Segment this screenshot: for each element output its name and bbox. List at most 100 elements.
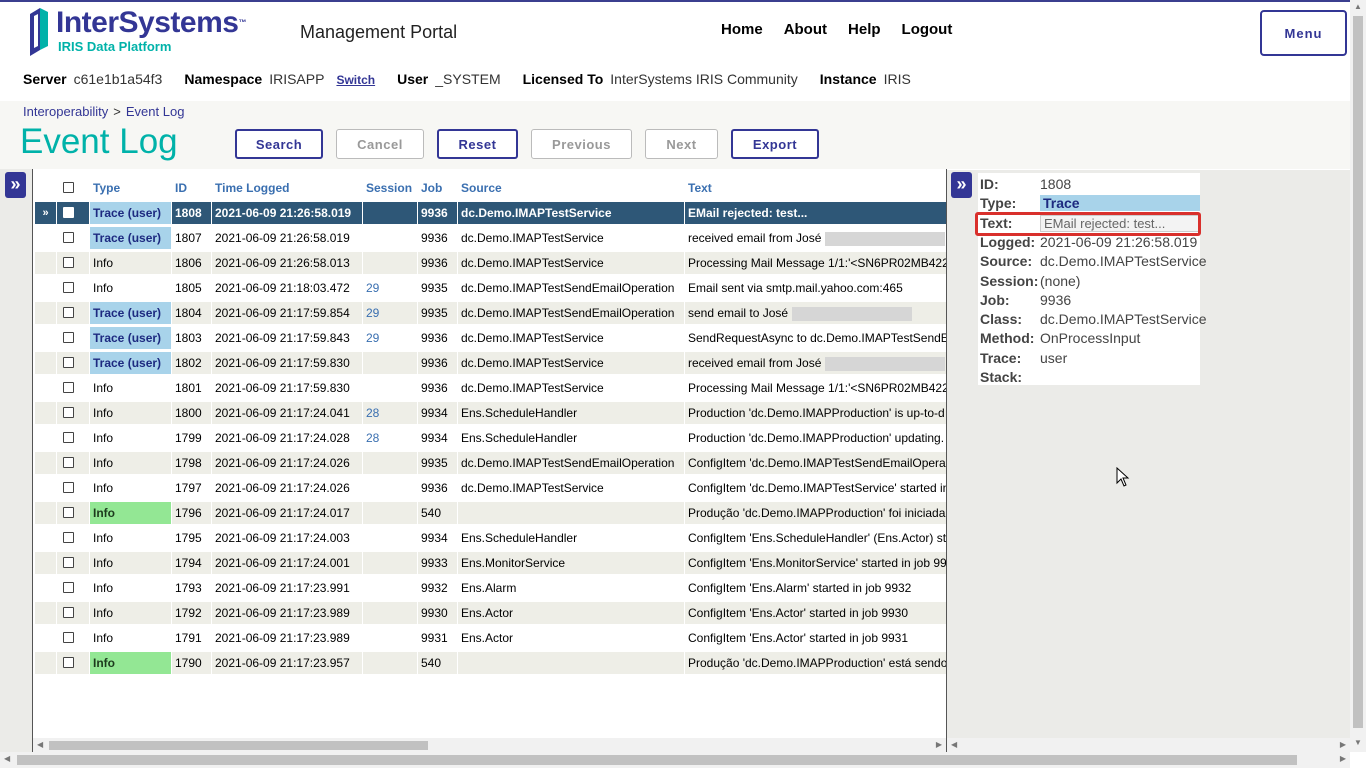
cell-source-value: dc.Demo.IMAPTestService bbox=[461, 356, 604, 370]
col-header-job[interactable]: Job bbox=[418, 177, 457, 199]
row-checkbox[interactable] bbox=[63, 582, 74, 593]
breadcrumb-event-log-link[interactable]: Event Log bbox=[126, 104, 185, 119]
table-row[interactable]: Trace (user) 1803 2021-06-09 21:17:59.843 2… bbox=[33, 326, 946, 351]
table-row[interactable]: Info 1801 2021-06-09 21:17:59.830 9936 dc.De… bbox=[33, 376, 946, 401]
nav-about-link[interactable]: About bbox=[784, 21, 827, 38]
expand-filter-icon[interactable]: » bbox=[5, 172, 26, 198]
cancel-button[interactable]: Cancel bbox=[336, 129, 424, 159]
reset-button[interactable]: Reset bbox=[437, 129, 518, 159]
page-vertical-scrollbar[interactable]: ▲ ▼ bbox=[1350, 0, 1366, 752]
table-row[interactable]: Info 1796 2021-06-09 21:17:24.017 540 Produç… bbox=[33, 501, 946, 526]
search-button[interactable]: Search bbox=[235, 129, 323, 159]
cell-id: 1801 bbox=[172, 377, 211, 399]
cell-session-value[interactable]: 29 bbox=[366, 306, 379, 320]
cell-source-value: dc.Demo.IMAPTestService bbox=[461, 381, 604, 395]
col-header-time-logged[interactable]: Time Logged bbox=[212, 177, 362, 199]
cell-session-value[interactable]: 28 bbox=[366, 431, 379, 445]
breadcrumb-interoperability-link[interactable]: Interoperability bbox=[23, 104, 108, 119]
export-button[interactable]: Export bbox=[731, 129, 819, 159]
instance-info-bar: Server c61e1b1a54f3 Namespace IRISAPP Sw… bbox=[23, 71, 933, 87]
page-scroll-thumb[interactable] bbox=[1353, 16, 1363, 728]
col-header-id[interactable]: ID bbox=[172, 177, 211, 199]
col-header-session[interactable]: Session bbox=[363, 177, 417, 199]
col-header-type[interactable]: Type bbox=[90, 177, 171, 199]
table-row[interactable]: » Trace (user) 1808 2021-06-09 21:26:58.019… bbox=[33, 201, 946, 226]
table-horizontal-scrollbar[interactable]: ◀ ▶ bbox=[33, 738, 946, 752]
nav-help-link[interactable]: Help bbox=[848, 21, 881, 38]
row-checkbox[interactable] bbox=[63, 507, 74, 518]
row-checkbox[interactable] bbox=[63, 457, 74, 468]
cell-session-value[interactable]: 28 bbox=[366, 406, 379, 420]
page-horizontal-scrollbar[interactable]: ◀ ▶ bbox=[0, 752, 1350, 768]
intersystems-logo[interactable]: InterSystems™ IRIS Data Platform bbox=[28, 6, 246, 56]
row-checkbox[interactable] bbox=[63, 332, 74, 343]
cell-type-value: Info bbox=[93, 431, 114, 445]
namespace-switch-link[interactable]: Switch bbox=[336, 73, 375, 87]
row-checkbox[interactable] bbox=[63, 532, 74, 543]
cell-time-value: 2021-06-09 21:17:24.026 bbox=[215, 481, 350, 495]
row-checkbox[interactable] bbox=[63, 432, 74, 443]
previous-button[interactable]: Previous bbox=[531, 129, 632, 159]
row-checkbox[interactable] bbox=[63, 257, 74, 268]
next-button[interactable]: Next bbox=[645, 129, 718, 159]
row-checkbox[interactable] bbox=[63, 357, 74, 368]
expand-details-icon[interactable]: » bbox=[951, 172, 972, 198]
cell-type: Info bbox=[90, 452, 171, 474]
details-scroll-right-arrow-icon[interactable]: ▶ bbox=[1340, 738, 1346, 752]
table-row[interactable]: Info 1805 2021-06-09 21:18:03.472 29 9935 dc.… bbox=[33, 276, 946, 301]
row-checkbox[interactable] bbox=[63, 282, 74, 293]
scroll-left-arrow-icon[interactable]: ◀ bbox=[37, 738, 43, 752]
table-scroll-thumb[interactable] bbox=[49, 741, 428, 750]
table-row[interactable]: Info 1794 2021-06-09 21:17:24.001 9933 Ens.M… bbox=[33, 551, 946, 576]
table-row[interactable]: Trace (user) 1807 2021-06-09 21:26:58.019 9… bbox=[33, 226, 946, 251]
row-marker-cell bbox=[35, 602, 56, 624]
row-checkbox[interactable] bbox=[63, 632, 74, 643]
cell-id-value: 1802 bbox=[175, 356, 202, 370]
row-checkbox[interactable] bbox=[63, 607, 74, 618]
table-row[interactable]: Info 1792 2021-06-09 21:17:23.989 9930 Ens.A… bbox=[33, 601, 946, 626]
row-checkbox[interactable] bbox=[63, 382, 74, 393]
row-checkbox[interactable] bbox=[63, 307, 74, 318]
row-checkbox[interactable] bbox=[63, 407, 74, 418]
cell-time-value: 2021-06-09 21:17:59.830 bbox=[215, 356, 350, 370]
licensed-to-value: InterSystems IRIS Community bbox=[610, 71, 798, 87]
table-row[interactable]: Trace (user) 1802 2021-06-09 21:17:59.830 9… bbox=[33, 351, 946, 376]
cell-id-value: 1792 bbox=[175, 606, 202, 620]
page-scroll-right-arrow-icon[interactable]: ▶ bbox=[1340, 752, 1346, 766]
nav-home-link[interactable]: Home bbox=[721, 21, 763, 38]
table-row[interactable]: Info 1797 2021-06-09 21:17:24.026 9936 dc.De… bbox=[33, 476, 946, 501]
nav-logout-link[interactable]: Logout bbox=[902, 21, 953, 38]
table-row[interactable]: Info 1798 2021-06-09 21:17:24.026 9935 dc.De… bbox=[33, 451, 946, 476]
page-hscroll-thumb[interactable] bbox=[17, 755, 1297, 765]
col-header-text[interactable]: Text bbox=[685, 177, 946, 199]
cell-id-value: 1798 bbox=[175, 456, 202, 470]
col-header-source[interactable]: Source bbox=[458, 177, 684, 199]
select-all-checkbox[interactable] bbox=[63, 182, 74, 193]
redacted-email-block bbox=[792, 306, 913, 321]
row-checkbox[interactable] bbox=[63, 207, 74, 218]
table-row[interactable]: Trace (user) 1804 2021-06-09 21:17:59.854 2… bbox=[33, 301, 946, 326]
row-checkbox[interactable] bbox=[63, 232, 74, 243]
page-scroll-left-arrow-icon[interactable]: ◀ bbox=[4, 752, 10, 766]
detail-class-text: dc.Demo.IMAPTestService bbox=[1040, 311, 1207, 328]
row-checkbox[interactable] bbox=[63, 557, 74, 568]
table-row[interactable]: Info 1793 2021-06-09 21:17:23.991 9932 Ens.A… bbox=[33, 576, 946, 601]
row-checkbox[interactable] bbox=[63, 657, 74, 668]
cell-session-value[interactable]: 29 bbox=[366, 331, 379, 345]
page-scroll-up-arrow-icon[interactable]: ▲ bbox=[1354, 0, 1362, 14]
table-row[interactable]: Info 1790 2021-06-09 21:17:23.957 540 Produç… bbox=[33, 651, 946, 676]
cell-text-value: Email sent via smtp.mail.yahoo.com:465 bbox=[688, 281, 903, 295]
table-row[interactable]: Info 1799 2021-06-09 21:17:24.028 28 9934 Ens… bbox=[33, 426, 946, 451]
table-row[interactable]: Info 1795 2021-06-09 21:17:24.003 9934 Ens.S… bbox=[33, 526, 946, 551]
menu-button[interactable]: Menu bbox=[1260, 10, 1347, 56]
cell-session-value[interactable]: 29 bbox=[366, 281, 379, 295]
table-row[interactable]: Info 1806 2021-06-09 21:26:58.013 9936 dc.De… bbox=[33, 251, 946, 276]
details-horizontal-scrollbar[interactable]: ◀ ▶ bbox=[947, 738, 1350, 752]
table-row[interactable]: Info 1800 2021-06-09 21:17:24.041 28 9934 Ens… bbox=[33, 401, 946, 426]
details-scroll-left-arrow-icon[interactable]: ◀ bbox=[951, 738, 957, 752]
row-checkbox[interactable] bbox=[63, 482, 74, 493]
cell-id: 1804 bbox=[172, 302, 211, 324]
scroll-right-arrow-icon[interactable]: ▶ bbox=[936, 738, 942, 752]
table-row[interactable]: Info 1791 2021-06-09 21:17:23.989 9931 Ens.A… bbox=[33, 626, 946, 651]
page-scroll-down-arrow-icon[interactable]: ▼ bbox=[1354, 736, 1362, 750]
